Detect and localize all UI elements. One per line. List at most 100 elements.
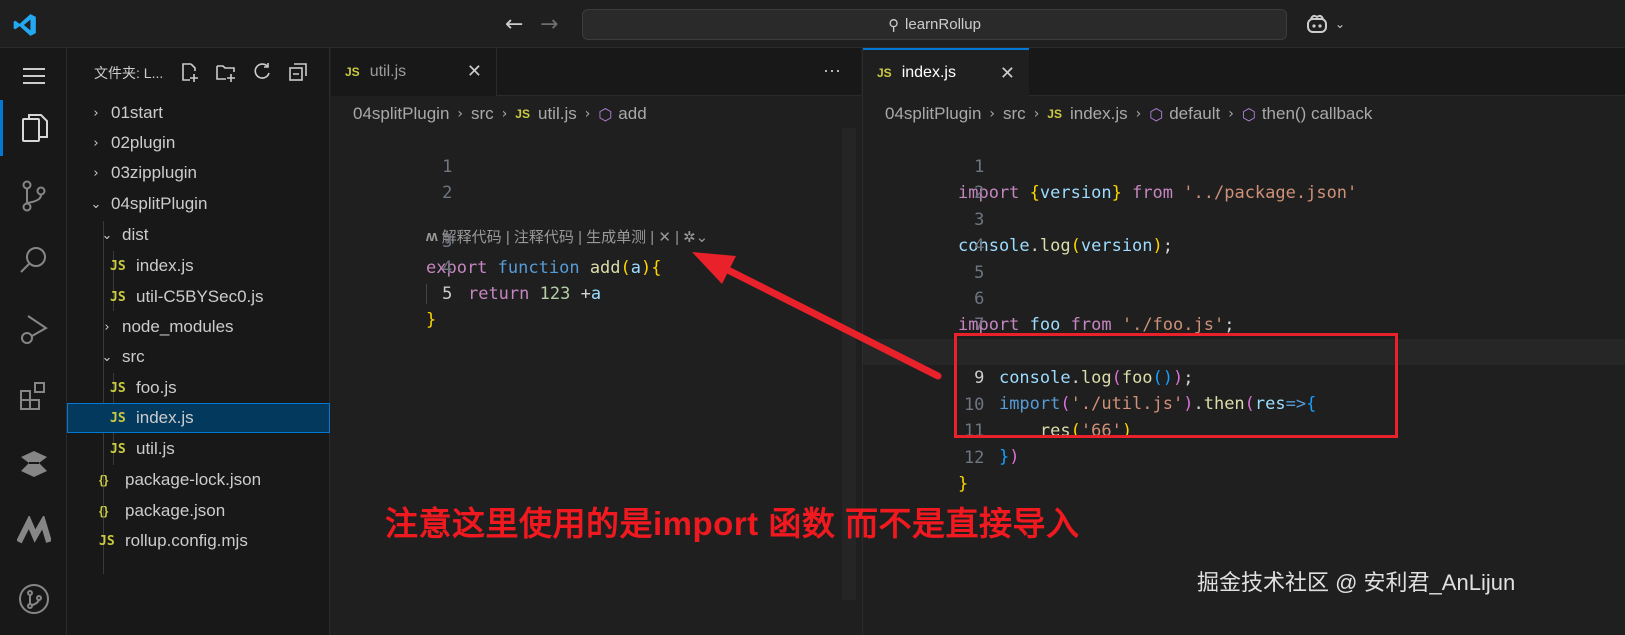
chevron-down-icon: ⌄ — [101, 227, 113, 243]
code-text: } — [958, 474, 969, 494]
line-number: 12 — [963, 448, 985, 468]
tree-item-node-modules[interactable]: › node_modules — [67, 312, 330, 342]
js-file-icon: JS — [515, 107, 530, 121]
code-line: 6 import foo from './foo.js'; — [863, 260, 1625, 335]
code-line: 4 return 123 +a — [331, 229, 861, 304]
close-tab-icon[interactable]: ✕ — [1000, 63, 1015, 84]
codegeex-icon — [20, 451, 47, 477]
tree-item-foo-js[interactable]: JS foo.js — [67, 373, 330, 403]
breadcrumb-item[interactable]: index.js — [1070, 104, 1128, 124]
code-line: 5 — [863, 234, 1625, 283]
chevron-right-icon: › — [1135, 106, 1142, 122]
explorer-icon — [22, 114, 48, 142]
js-file-icon: JS — [110, 410, 126, 426]
tab-index-js[interactable]: JS index.js ✕ — [863, 48, 1029, 96]
tree-item-package-json[interactable]: {} package.json — [67, 496, 330, 526]
breadcrumb-item[interactable]: 04splitPlugin — [353, 104, 449, 124]
breadcrumb-item[interactable]: add — [618, 104, 646, 124]
extensions-button[interactable] — [0, 368, 67, 424]
run-debug-icon — [20, 315, 48, 344]
back-arrow-icon[interactable]: ← — [505, 12, 523, 37]
explorer-button[interactable] — [0, 100, 67, 156]
tree-item-dist[interactable]: ⌄ dist — [67, 220, 330, 250]
search-icon — [19, 247, 46, 273]
tree-item-02plugin[interactable]: › 02plugin — [67, 128, 330, 158]
breadcrumb-item[interactable]: then() callback — [1262, 104, 1373, 124]
tree-item-dist-index-js[interactable]: JS index.js — [67, 251, 330, 281]
tree-item-util-js[interactable]: JS util.js — [67, 434, 330, 464]
code-line: 5 } — [331, 255, 861, 330]
tree-item-label: rollup.config.mjs — [125, 531, 248, 550]
chevron-right-icon: › — [93, 105, 99, 121]
source-control-icon — [22, 180, 45, 212]
more-actions-icon[interactable]: ··· — [823, 60, 841, 81]
js-file-icon: JS — [345, 65, 360, 79]
tree-item-src[interactable]: ⌄ src — [67, 342, 330, 372]
js-file-icon: JS — [99, 533, 115, 549]
tree-item-label: index.js — [136, 408, 194, 427]
marscode-button[interactable] — [0, 503, 67, 559]
tree-item-label: foo.js — [136, 378, 177, 397]
tree-item-label: util-C5BYSec0.js — [136, 287, 264, 306]
breadcrumb-item[interactable]: 04splitPlugin — [885, 104, 981, 124]
run-debug-button[interactable] — [0, 301, 67, 357]
command-center-search[interactable]: ⚲ learnRollup — [582, 9, 1287, 40]
tab-bar-right: JS index.js ✕ — [863, 48, 1625, 96]
tree-item-04splitplugin[interactable]: ⌄ 04splitPlugin — [67, 189, 330, 219]
copilot-button[interactable]: ⌄ — [1305, 13, 1345, 35]
new-folder-icon[interactable] — [215, 61, 237, 83]
breadcrumb-item[interactable]: default — [1169, 104, 1220, 124]
tab-bar-left: JS util.js ✕ ··· — [331, 48, 861, 96]
tree-item-01start[interactable]: › 01start — [67, 98, 330, 128]
tree-item-package-lock-json[interactable]: {} package-lock.json — [67, 465, 330, 495]
git-graph-icon — [18, 584, 49, 614]
json-file-icon: {} — [99, 504, 109, 518]
tree-item-util-chunk-js[interactable]: JS util-C5BYSec0.js — [67, 282, 330, 312]
command-center-label: learnRollup — [905, 16, 981, 33]
extensions-icon — [19, 382, 45, 410]
tree-item-label: index.js — [136, 256, 194, 275]
tab-label: util.js — [369, 63, 407, 80]
code-line: 1 — [331, 128, 861, 177]
git-graph-button[interactable] — [0, 571, 67, 627]
chevron-down-icon: ⌄ — [90, 196, 102, 212]
tab-util-js[interactable]: JS util.js ✕ — [331, 48, 497, 96]
forward-arrow-icon[interactable]: → — [540, 12, 558, 37]
json-file-icon: {} — [99, 473, 109, 487]
chevron-right-icon: › — [989, 106, 996, 122]
chevron-right-icon: › — [457, 106, 464, 122]
code-line: 3 console.log(version); — [863, 181, 1625, 256]
chevron-down-icon: ⌄ — [101, 349, 113, 365]
tree-item-rollup-config[interactable]: JS rollup.config.mjs — [67, 526, 330, 556]
editor-group-left: JS util.js ✕ ··· 04splitPlugin › src › J… — [331, 48, 861, 635]
explorer-actions — [179, 61, 309, 83]
breadcrumb-item[interactable]: util.js — [538, 104, 577, 124]
chevron-right-icon: › — [104, 319, 110, 335]
title-bar: ← → ⚲ learnRollup ⌄ — [0, 0, 1625, 48]
tree-item-03zipplugin[interactable]: › 03zipplugin — [67, 158, 330, 188]
codegeex-button[interactable] — [0, 436, 67, 492]
explorer-header: 文件夹: L... — [67, 48, 330, 96]
new-file-icon[interactable] — [179, 61, 201, 83]
chevron-right-icon: › — [1033, 106, 1040, 122]
menu-button[interactable] — [0, 48, 67, 104]
js-file-icon: JS — [110, 441, 126, 457]
code-line: 2 — [863, 154, 1625, 203]
code-line: 4 — [863, 207, 1625, 256]
close-tab-icon[interactable]: ✕ — [467, 61, 482, 82]
chevron-right-icon: › — [93, 135, 99, 151]
js-file-icon: JS — [110, 258, 126, 274]
breadcrumb-item[interactable]: src — [471, 104, 494, 124]
search-button[interactable] — [0, 233, 67, 289]
code-text: } — [426, 310, 437, 330]
tree-item-src-index-js[interactable]: JS index.js — [67, 403, 330, 433]
code-line: 1 import {version} from '../package.json… — [863, 128, 1625, 203]
js-file-icon: JS — [110, 380, 126, 396]
collapse-all-icon[interactable] — [287, 61, 309, 83]
breadcrumb-item[interactable]: src — [1003, 104, 1026, 124]
tree-item-label: 04splitPlugin — [111, 194, 208, 213]
refresh-icon[interactable] — [251, 61, 273, 83]
js-file-icon: JS — [110, 289, 126, 305]
cube-symbol-icon: ⬡ — [598, 104, 613, 124]
source-control-button[interactable] — [0, 168, 67, 224]
